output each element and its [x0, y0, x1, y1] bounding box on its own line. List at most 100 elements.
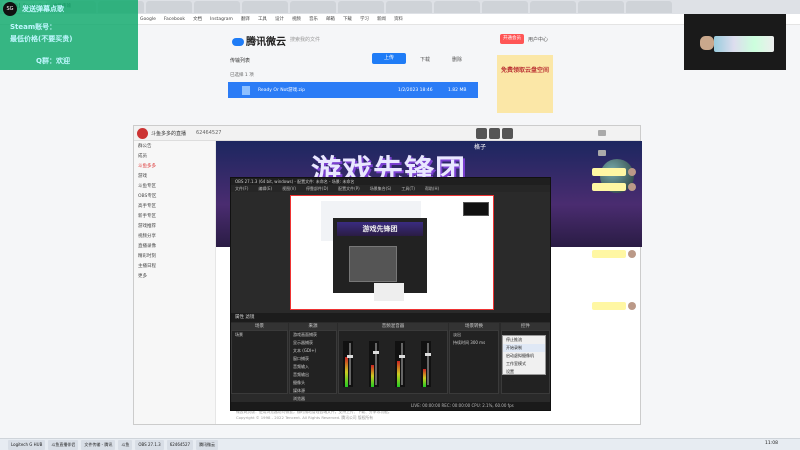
sidebar-item[interactable]: 斗鱼多多: [134, 161, 215, 171]
avatar[interactable]: [628, 168, 636, 176]
source-item[interactable]: 音频输出: [290, 371, 336, 379]
bookmark[interactable]: 工具: [258, 16, 267, 22]
sidebar-item[interactable]: 精彩时刻: [134, 251, 215, 261]
browser-tab[interactable]: [338, 1, 384, 13]
source-item[interactable]: 音频输入: [290, 363, 336, 371]
source-item[interactable]: 窗口捕获: [290, 355, 336, 363]
browser-tab[interactable]: [578, 1, 624, 13]
bookmark[interactable]: Instagram: [210, 17, 233, 22]
source-item[interactable]: 媒体源: [290, 387, 336, 395]
mixer-channel[interactable]: [343, 341, 353, 387]
sidebar-item[interactable]: 直播录像: [134, 241, 215, 251]
browser-tab[interactable]: [386, 1, 432, 13]
taskbar-item[interactable]: 斗鱼直播伴侣: [48, 439, 79, 450]
menu-item[interactable]: 文件(F): [235, 185, 248, 192]
source-toolbar[interactable]: 属性 滤镜: [231, 313, 550, 322]
sidebar-item[interactable]: 新手专区: [134, 211, 215, 221]
sidebar-item[interactable]: 群公告: [134, 141, 215, 151]
sidebar-item[interactable]: 更多: [134, 271, 215, 281]
obs-preview-canvas[interactable]: 游戏先锋团: [290, 195, 494, 310]
menu-item[interactable]: 配置文件(P): [338, 185, 360, 192]
mixer-channel[interactable]: [421, 341, 431, 387]
phone-icon[interactable]: [598, 130, 606, 136]
virtual-camera-button[interactable]: 启动虚拟摄像机: [503, 352, 545, 360]
upload-button[interactable]: 上传: [372, 53, 406, 64]
menu-item[interactable]: 工具(T): [401, 185, 415, 192]
download-button[interactable]: 下载: [420, 56, 430, 63]
browser-tab[interactable]: [242, 1, 288, 13]
avatar[interactable]: [628, 183, 636, 191]
bookmark[interactable]: Google: [140, 17, 156, 22]
taskbar-item[interactable]: 斗鱼: [118, 439, 133, 450]
bookmark[interactable]: 视频: [292, 16, 301, 22]
avatar[interactable]: [628, 302, 636, 310]
scene-item[interactable]: 场景: [232, 331, 287, 339]
sidebar-item[interactable]: 高手专区: [134, 201, 215, 211]
exit-button[interactable]: 退出: [503, 376, 545, 384]
bookmark[interactable]: 文档: [193, 16, 202, 22]
browser-tab[interactable]: [482, 1, 528, 13]
browser-tab[interactable]: [626, 1, 672, 13]
start-recording-button[interactable]: 开始录制: [503, 344, 545, 352]
sidebar-item[interactable]: 斗鱼专区: [134, 181, 215, 191]
bookmark[interactable]: Facebook: [164, 17, 185, 22]
delete-button[interactable]: 删除: [452, 56, 462, 63]
browser-tab[interactable]: [530, 1, 576, 13]
volume-knob[interactable]: [347, 355, 353, 358]
video-icon[interactable]: [598, 150, 606, 156]
source-item[interactable]: 文本 (GDI+): [290, 347, 336, 355]
settings-button[interactable]: 设置: [503, 368, 545, 376]
sidebar-item[interactable]: 游戏: [134, 171, 215, 181]
sidebar-item[interactable]: 成员: [134, 151, 215, 161]
volume-knob[interactable]: [399, 355, 405, 358]
search-input[interactable]: 搜索我的文件: [290, 36, 320, 43]
user-center-link[interactable]: 用户中心: [528, 36, 548, 43]
bookmark[interactable]: 学习: [360, 16, 369, 22]
browser-tab[interactable]: [434, 1, 480, 13]
transition-select[interactable]: 淡出: [450, 331, 498, 339]
volume-knob[interactable]: [425, 353, 431, 356]
file-row[interactable]: Ready Or Not游戏.zip 1/2/2023 18:46 1.82 M…: [228, 82, 478, 98]
transition-duration[interactable]: 持续时间 300 ms: [450, 339, 498, 347]
member-button[interactable]: 开通会员: [500, 34, 524, 44]
taskbar-item[interactable]: 文件传输 - 腾讯: [81, 439, 116, 450]
browser-tab[interactable]: [146, 1, 192, 13]
sidebar-item[interactable]: 游戏推荐: [134, 221, 215, 231]
settings-icon[interactable]: [502, 128, 513, 139]
home-icon[interactable]: [489, 128, 500, 139]
browser-tab[interactable]: [194, 1, 240, 13]
avatar[interactable]: [628, 250, 636, 258]
menu-item[interactable]: 视图(V): [282, 185, 296, 192]
taskbar-item[interactable]: OBS 27.1.3: [135, 439, 164, 450]
source-item[interactable]: 摄像头: [290, 379, 336, 387]
bookmark[interactable]: 音乐: [309, 16, 318, 22]
select-all-checkbox[interactable]: 已选择 1 项: [230, 72, 254, 78]
mixer-channel[interactable]: [369, 341, 379, 387]
bookmark[interactable]: 翻译: [241, 16, 250, 22]
stop-streaming-button[interactable]: 停止推流: [503, 336, 545, 344]
taskbar-item[interactable]: Logitech G HUB: [8, 439, 46, 450]
bookmark[interactable]: 设计: [275, 16, 284, 22]
bookmark[interactable]: 下载: [343, 16, 352, 22]
menu-item[interactable]: 场景集合(S): [370, 185, 392, 192]
share-icon[interactable]: [476, 128, 487, 139]
sidebar-item[interactable]: 视频分享: [134, 231, 215, 241]
source-item[interactable]: 游戏画面捕获: [290, 331, 336, 339]
taskbar-item[interactable]: 腾讯微云: [196, 439, 219, 450]
group-avatar[interactable]: [137, 128, 148, 139]
taskbar-item[interactable]: 62464527: [166, 439, 194, 450]
menu-item[interactable]: 停靠部件(D): [306, 185, 328, 192]
volume-knob[interactable]: [373, 351, 379, 354]
studio-mode-button[interactable]: 工作室模式: [503, 360, 545, 368]
mixer-channel[interactable]: [395, 341, 405, 387]
bookmark[interactable]: 邮箱: [326, 16, 335, 22]
browser-tab[interactable]: [290, 1, 336, 13]
weiyun-logo[interactable]: 腾讯微云: [232, 33, 286, 48]
sidebar-item[interactable]: OBS专区: [134, 191, 215, 201]
menu-item[interactable]: 编辑(E): [258, 185, 272, 192]
ad-banner[interactable]: 免费领取云盘空间: [497, 55, 553, 113]
bookmark[interactable]: 资料: [394, 16, 403, 22]
bookmark[interactable]: 新闻: [377, 16, 386, 22]
sidebar-item[interactable]: 主播日程: [134, 261, 215, 271]
source-item[interactable]: 显示器捕获: [290, 339, 336, 347]
